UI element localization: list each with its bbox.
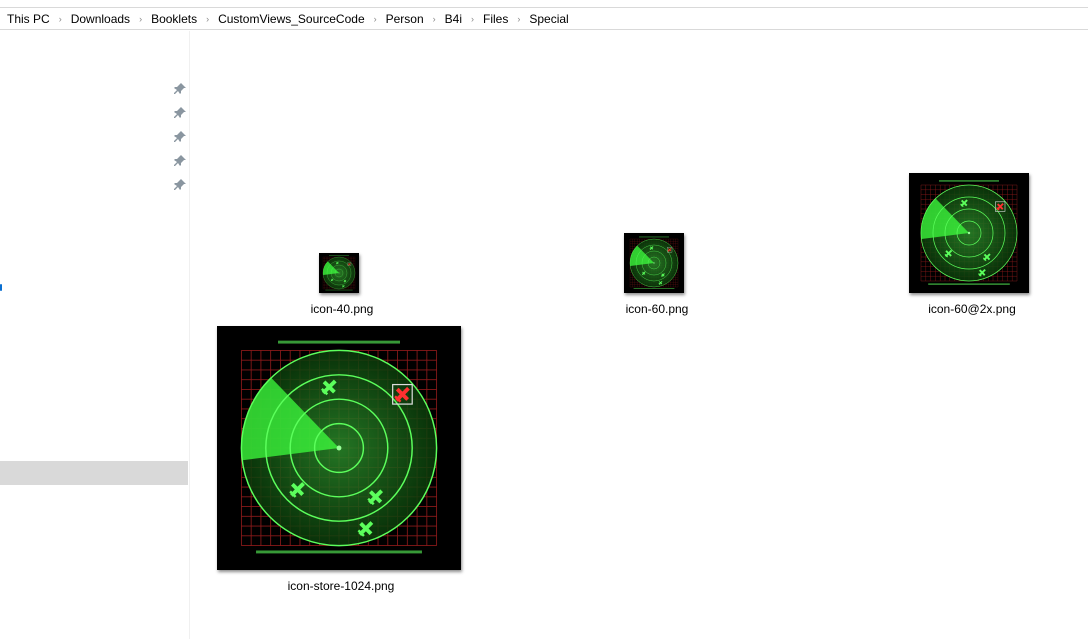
breadcrumb-downloads[interactable]: Downloads <box>71 12 130 26</box>
pin-icon[interactable] <box>173 106 187 120</box>
selected-nav-item[interactable] <box>0 461 188 485</box>
chevron-right-icon[interactable]: › <box>471 14 474 24</box>
chevron-right-icon[interactable]: › <box>374 14 377 24</box>
pin-icon[interactable] <box>173 82 187 96</box>
radar-image <box>624 233 684 293</box>
pin-icon[interactable] <box>173 130 187 144</box>
chevron-right-icon[interactable]: › <box>433 14 436 24</box>
pin-icon[interactable] <box>173 154 187 168</box>
breadcrumb-b4i[interactable]: B4i <box>445 12 462 26</box>
radar-image <box>217 326 461 570</box>
file-name[interactable]: icon-60.png <box>557 302 757 316</box>
file-thumbnail-icon-store-1024[interactable] <box>217 326 461 570</box>
chevron-right-icon[interactable]: › <box>139 14 142 24</box>
radar-image <box>909 173 1029 293</box>
radar-image <box>319 253 359 293</box>
file-thumbnail-icon-60-2x[interactable] <box>909 173 1029 293</box>
file-name[interactable]: icon-60@2x.png <box>872 302 1072 316</box>
breadcrumb[interactable]: This PC › Downloads › Booklets › CustomView… <box>0 8 1088 30</box>
pin-icon[interactable] <box>173 178 187 192</box>
navigation-pane <box>0 31 190 639</box>
breadcrumb-this-pc[interactable]: This PC <box>7 12 50 26</box>
chevron-right-icon[interactable]: › <box>59 14 62 24</box>
file-thumbnail-icon-60[interactable] <box>624 233 684 293</box>
breadcrumb-customviews[interactable]: CustomViews_SourceCode <box>218 12 365 26</box>
file-name[interactable]: icon-store-1024.png <box>241 579 441 593</box>
file-name[interactable]: icon-40.png <box>242 302 442 316</box>
breadcrumb-booklets[interactable]: Booklets <box>151 12 197 26</box>
breadcrumb-files[interactable]: Files <box>483 12 508 26</box>
file-thumbnail-icon-40[interactable] <box>319 253 359 293</box>
expand-indicator <box>0 284 2 291</box>
title-bar-strip <box>0 0 1088 8</box>
chevron-right-icon[interactable]: › <box>206 14 209 24</box>
chevron-right-icon[interactable]: › <box>517 14 520 24</box>
breadcrumb-person[interactable]: Person <box>386 12 424 26</box>
breadcrumb-special[interactable]: Special <box>529 12 568 26</box>
